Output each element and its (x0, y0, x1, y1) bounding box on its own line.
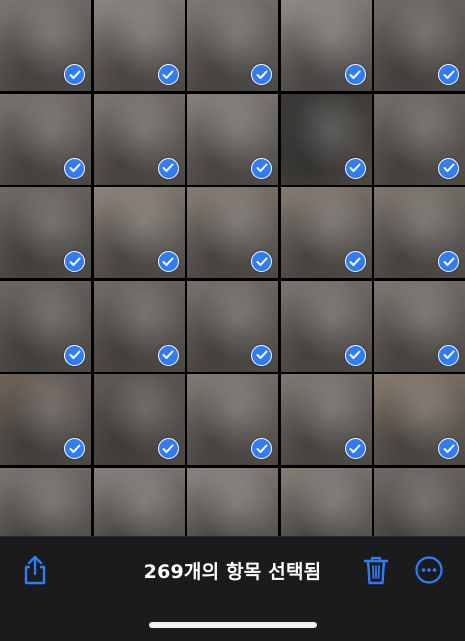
photo-thumbnail[interactable] (93, 0, 185, 91)
photo-thumbnail[interactable] (93, 93, 185, 185)
photo-thumbnail[interactable] (374, 0, 465, 91)
checkmark-circle-icon (251, 157, 272, 179)
checkmark-circle-icon (438, 157, 459, 179)
checkmark-circle-icon (344, 251, 366, 272)
photo-thumbnail[interactable] (187, 187, 278, 278)
photo-thumbnail[interactable] (280, 93, 372, 185)
photo-thumbnail[interactable] (374, 93, 465, 185)
photo-thumbnail[interactable] (374, 187, 465, 278)
photo-thumbnail[interactable] (93, 374, 185, 465)
photo-thumbnail[interactable] (0, 187, 91, 278)
photo-thumbnail[interactable] (374, 467, 465, 536)
photo-thumbnail[interactable] (280, 374, 372, 465)
checkmark-circle-icon (438, 251, 459, 272)
checkmark-circle-icon (64, 157, 85, 179)
photo-thumbnail[interactable] (0, 0, 91, 91)
photo-grid (0, 0, 465, 536)
photo-thumbnail[interactable] (280, 467, 372, 536)
checkmark-circle-icon (344, 157, 366, 179)
checkmark-circle-icon (438, 64, 459, 85)
checkmark-circle-icon (157, 344, 179, 366)
checkmark-circle-icon (251, 344, 272, 366)
photo-thumbnail[interactable] (374, 374, 465, 465)
checkmark-circle-icon (64, 64, 85, 85)
checkmark-circle-icon (251, 251, 272, 272)
cat-photo (0, 467, 91, 536)
checkmark-circle-icon (64, 344, 85, 366)
more-button[interactable] (412, 555, 446, 589)
checkmark-circle-icon (438, 344, 459, 366)
photo-thumbnail[interactable] (0, 93, 91, 185)
checkmark-circle-icon (64, 251, 85, 272)
checkmark-circle-icon (157, 251, 179, 272)
checkmark-circle-icon (157, 438, 179, 459)
delete-button[interactable] (359, 555, 393, 589)
checkmark-circle-icon (157, 64, 179, 85)
photo-thumbnail[interactable] (93, 467, 185, 536)
checkmark-circle-icon (438, 438, 459, 459)
more-icon (414, 555, 444, 589)
checkmark-circle-icon (157, 157, 179, 179)
photo-thumbnail[interactable] (187, 374, 278, 465)
checkmark-circle-icon (344, 438, 366, 459)
photo-thumbnail[interactable] (280, 187, 372, 278)
photo-thumbnail[interactable] (280, 0, 372, 91)
photo-thumbnail[interactable] (0, 374, 91, 465)
cat-photo (374, 467, 465, 536)
cat-photo (187, 467, 278, 536)
cat-photo (93, 467, 185, 536)
photo-thumbnail[interactable] (93, 280, 185, 372)
photo-thumbnail[interactable] (93, 187, 185, 278)
home-indicator[interactable] (149, 622, 317, 628)
photo-thumbnail[interactable] (187, 0, 278, 91)
checkmark-circle-icon (64, 438, 85, 459)
checkmark-circle-icon (344, 344, 366, 366)
selection-count-title: 269개의 항목 선택됨 (143, 561, 322, 583)
checkmark-circle-icon (251, 64, 272, 85)
photo-thumbnail[interactable] (280, 280, 372, 372)
trash-icon (362, 554, 390, 590)
photo-thumbnail[interactable] (0, 280, 91, 372)
checkmark-circle-icon (344, 64, 366, 85)
photo-thumbnail[interactable] (187, 280, 278, 372)
photo-thumbnail[interactable] (187, 467, 278, 536)
photo-thumbnail[interactable] (187, 93, 278, 185)
cat-photo (280, 467, 372, 536)
photo-thumbnail[interactable] (374, 280, 465, 372)
checkmark-circle-icon (251, 438, 272, 459)
photo-thumbnail[interactable] (0, 467, 91, 536)
